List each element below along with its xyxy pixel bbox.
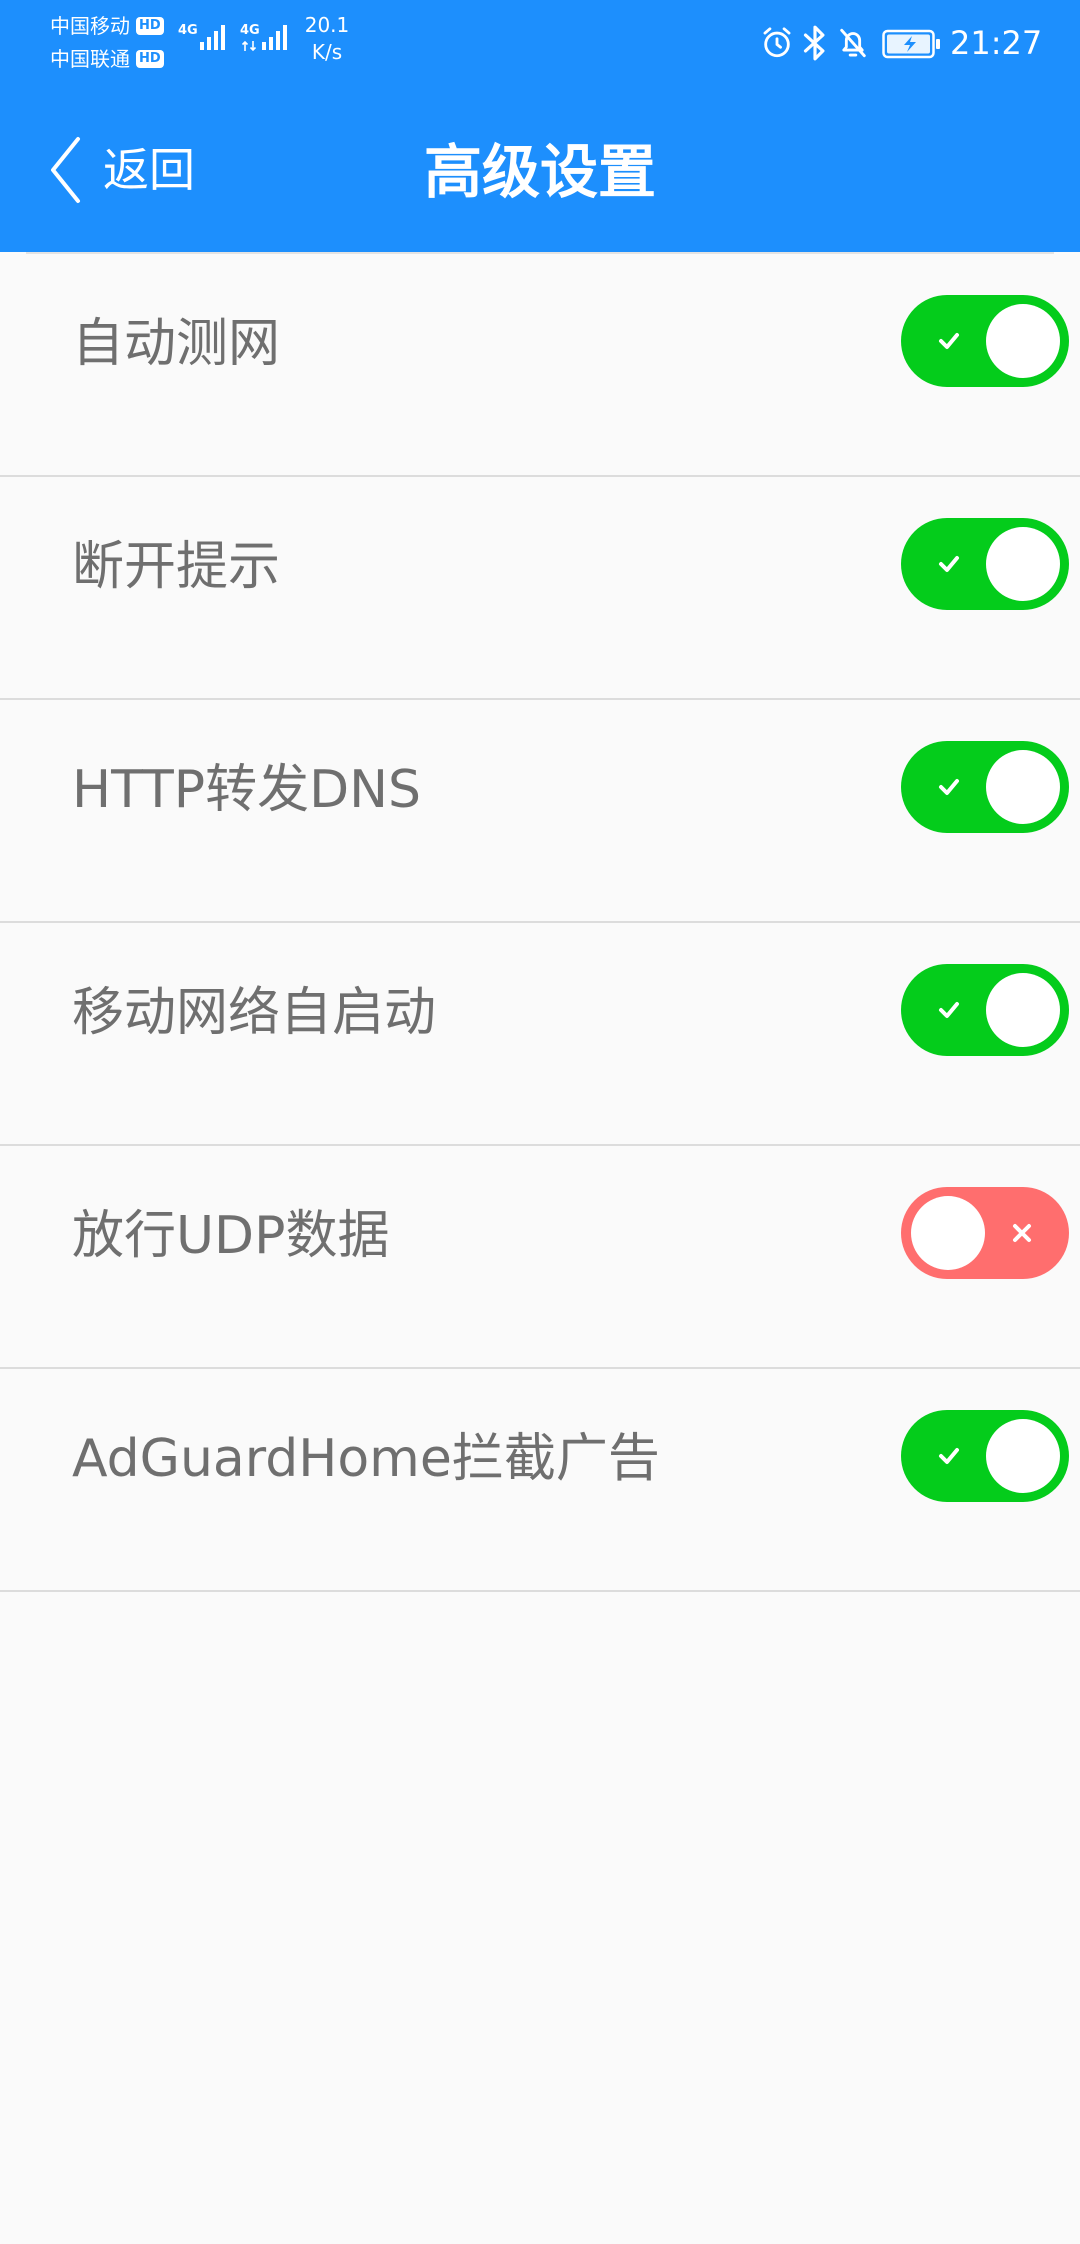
chevron-left-icon <box>51 137 80 203</box>
signal-strength-icon: 4G <box>240 16 294 60</box>
back-button[interactable]: 返回 <box>40 128 210 212</box>
close-icon <box>1013 1224 1031 1242</box>
setting-label: 断开提示 <box>72 537 281 597</box>
auto-network-test-toggle[interactable] <box>901 295 1069 387</box>
setting-label: HTTP转发DNS <box>72 760 422 820</box>
toggle-knob <box>986 973 1060 1047</box>
setting-label: 自动测网 <box>72 314 281 374</box>
hd-badge: HD <box>136 50 164 68</box>
carrier-2: 中国联通 HD <box>50 45 164 73</box>
network-type: 4G <box>178 23 198 38</box>
bell-off-icon <box>840 28 866 58</box>
check-icon <box>939 333 959 349</box>
disconnect-alert-toggle[interactable] <box>901 518 1069 610</box>
back-label: 返回 <box>103 143 195 197</box>
signal-bars-icon <box>262 25 287 50</box>
status-time: 21:27 <box>950 24 1043 62</box>
mobile-autostart-toggle[interactable] <box>901 964 1069 1056</box>
data-activity-icon <box>241 40 257 52</box>
alarm-icon <box>763 27 791 58</box>
adguard-block-ads-toggle[interactable] <box>901 1410 1069 1502</box>
app-header: 中国移动 HD 中国联通 HD 4G 4G 20.1 K/s 21:27 返回 … <box>0 0 1080 252</box>
carrier-1-name: 中国移动 <box>50 14 130 38</box>
setting-row-allow-udp: 放行UDP数据 <box>0 1146 1080 1369</box>
advanced-settings-screen: 中国移动 HD 中国联通 HD 4G 4G 20.1 K/s 21:27 返回 … <box>0 0 1080 2244</box>
setting-row-disconnect-alert: 断开提示 <box>0 477 1080 700</box>
setting-row-adguard-block-ads: AdGuardHome拦截广告 <box>0 1369 1080 1592</box>
toggle-knob <box>986 1419 1060 1493</box>
check-icon <box>939 1002 959 1018</box>
network-speed: 20.1 K/s <box>300 12 354 66</box>
network-speed-value: 20.1 <box>304 13 350 37</box>
toggle-knob <box>986 750 1060 824</box>
toggle-knob <box>986 527 1060 601</box>
toggle-knob <box>911 1196 985 1270</box>
bluetooth-icon <box>803 25 825 61</box>
check-icon <box>939 1448 959 1464</box>
battery-charging-icon <box>882 29 940 59</box>
hd-badge: HD <box>136 17 164 35</box>
setting-row-http-dns: HTTP转发DNS <box>0 700 1080 923</box>
check-icon <box>939 779 959 795</box>
setting-row-auto-network-test: 自动测网 <box>0 254 1080 477</box>
page-title: 高级设置 <box>423 138 656 206</box>
carrier-1: 中国移动 HD <box>50 12 164 40</box>
signal-bars-icon <box>200 25 225 50</box>
settings-list: 自动测网 断开提示 HTTP转发DNS 移动网络自启动 放行UDP数据 AdGu… <box>0 254 1080 1592</box>
setting-label: AdGuardHome拦截广告 <box>72 1429 660 1489</box>
setting-label: 移动网络自启动 <box>72 983 437 1043</box>
allow-udp-toggle[interactable] <box>901 1187 1069 1279</box>
signal-strength-icon: 4G <box>178 16 232 60</box>
check-icon <box>939 556 959 572</box>
setting-row-mobile-autostart: 移动网络自启动 <box>0 923 1080 1146</box>
network-speed-unit: K/s <box>311 40 343 64</box>
network-type: 4G <box>240 23 260 38</box>
setting-label: 放行UDP数据 <box>72 1206 390 1266</box>
carrier-2-name: 中国联通 <box>50 47 130 71</box>
toggle-knob <box>986 304 1060 378</box>
http-dns-toggle[interactable] <box>901 741 1069 833</box>
